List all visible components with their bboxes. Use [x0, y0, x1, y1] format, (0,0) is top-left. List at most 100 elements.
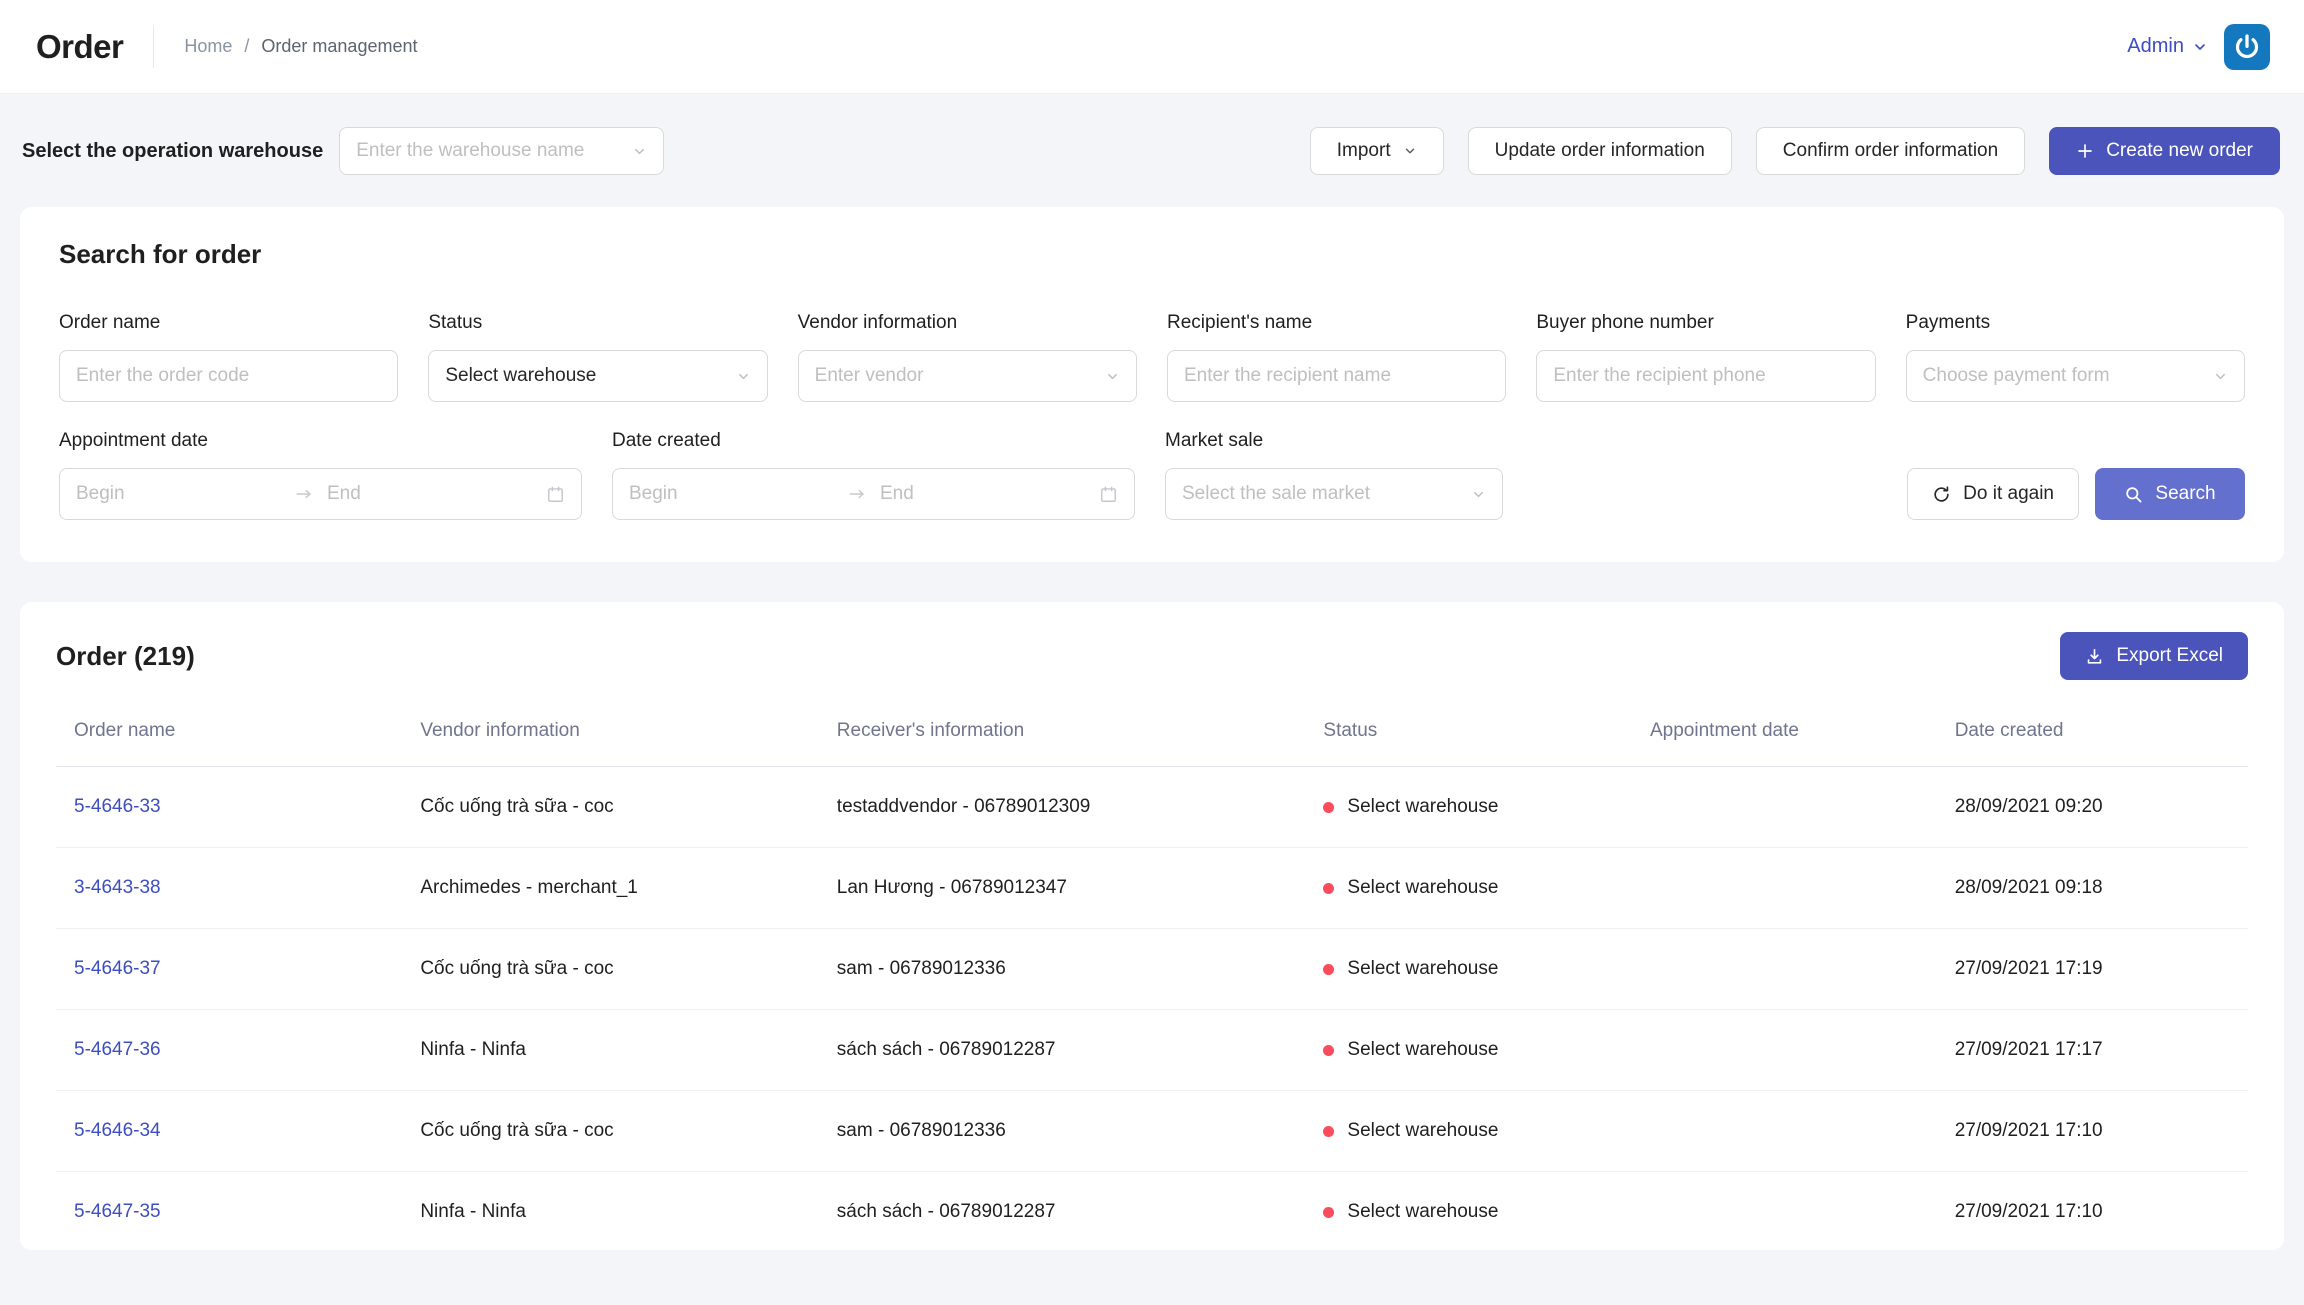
breadcrumb: Home / Order management [184, 36, 417, 57]
header-right: Admin [2127, 24, 2270, 70]
plus-icon [2076, 142, 2094, 160]
toolbar-buttons: Import Update order information Confirm … [1310, 127, 2280, 175]
receiver-cell: sách sách - 06789012287 [819, 1172, 1306, 1251]
table-row: 3-4643-38 Archimedes - merchant_1 Lan Hư… [56, 848, 2248, 929]
reset-button[interactable]: Do it again [1907, 468, 2079, 520]
recipient-name-label: Recipient's name [1167, 312, 1506, 334]
recipient-name-input[interactable] [1167, 350, 1506, 402]
order-table-head: Order name Vendor information Receiver's… [56, 700, 2248, 767]
order-link[interactable]: 5-4646-37 [74, 958, 161, 979]
export-excel-button-label: Export Excel [2116, 645, 2223, 667]
admin-menu[interactable]: Admin [2127, 35, 2208, 58]
created-cell: 27/09/2021 17:19 [1937, 929, 2248, 1010]
chevron-down-icon [632, 144, 647, 159]
date-created-begin[interactable]: Begin [629, 483, 848, 505]
vendor-cell: Archimedes - merchant_1 [402, 848, 818, 929]
arrow-right-icon [295, 487, 313, 501]
created-cell: 28/09/2021 09:20 [1937, 767, 2248, 848]
receiver-cell: sam - 06789012336 [819, 1091, 1306, 1172]
create-new-order-button[interactable]: Create new order [2049, 127, 2280, 175]
confirm-order-button[interactable]: Confirm order information [1756, 127, 2025, 175]
buyer-phone-input[interactable] [1536, 350, 1875, 402]
created-cell: 28/09/2021 09:18 [1937, 848, 2248, 929]
header-divider [153, 26, 154, 68]
appointment-date-begin[interactable]: Begin [76, 483, 295, 505]
search-panel-title: Search for order [59, 239, 2245, 270]
receiver-cell: sam - 06789012336 [819, 929, 1306, 1010]
vendor-select-placeholder: Enter vendor [815, 365, 924, 387]
breadcrumb-home[interactable]: Home [184, 36, 232, 57]
search-panel: Search for order Order name Status Selec… [20, 207, 2284, 562]
status-badge: Select warehouse [1323, 877, 1614, 899]
payments-label: Payments [1906, 312, 2245, 334]
appointment-cell [1632, 929, 1937, 1010]
search-button-label: Search [2155, 483, 2215, 505]
appointment-cell [1632, 1091, 1937, 1172]
app-logo[interactable] [2224, 24, 2270, 70]
appointment-date-field: Appointment date Begin End [59, 430, 582, 520]
order-name-input[interactable] [59, 350, 398, 402]
order-link[interactable]: 5-4647-36 [74, 1039, 161, 1060]
created-cell: 27/09/2021 17:17 [1937, 1010, 2248, 1091]
date-created-end[interactable]: End [866, 483, 1099, 505]
vendor-field: Vendor information Enter vendor [798, 312, 1137, 402]
order-link[interactable]: 5-4646-34 [74, 1120, 161, 1141]
appointment-date-end[interactable]: End [313, 483, 546, 505]
power-icon [2232, 32, 2262, 62]
date-created-range-picker[interactable]: Begin End [612, 468, 1135, 520]
buyer-phone-field: Buyer phone number [1536, 312, 1875, 402]
status-text: Select warehouse [1347, 796, 1498, 818]
table-row: 5-4647-35 Ninfa - Ninfa sách sách - 0678… [56, 1172, 2248, 1251]
order-link[interactable]: 5-4646-33 [74, 796, 161, 817]
chevron-down-icon [1403, 144, 1417, 158]
table-row: 5-4646-34 Cốc uống trà sữa - coc sam - 0… [56, 1091, 2248, 1172]
breadcrumb-current: Order management [261, 36, 417, 57]
status-text: Select warehouse [1347, 1120, 1498, 1142]
appointment-date-range-picker[interactable]: Begin End [59, 468, 582, 520]
download-icon [2085, 647, 2104, 666]
payments-select[interactable]: Choose payment form [1906, 350, 2245, 402]
chevron-down-icon [2192, 39, 2208, 55]
status-badge: Select warehouse [1323, 1201, 1614, 1223]
receiver-cell: testaddvendor - 06789012309 [819, 767, 1306, 848]
vendor-cell: Cốc uống trà sữa - coc [402, 929, 818, 1010]
market-sale-select[interactable]: Select the sale market [1165, 468, 1503, 520]
order-count-title: Order (219) [56, 641, 195, 672]
status-badge: Select warehouse [1323, 796, 1614, 818]
order-link[interactable]: 3-4643-38 [74, 877, 161, 898]
status-dot-icon [1323, 964, 1334, 975]
status-badge: Select warehouse [1323, 958, 1614, 980]
receiver-cell: Lan Hương - 06789012347 [819, 848, 1306, 929]
status-badge: Select warehouse [1323, 1120, 1614, 1142]
update-order-button[interactable]: Update order information [1468, 127, 1732, 175]
payments-field: Payments Choose payment form [1906, 312, 2245, 402]
created-cell: 27/09/2021 17:10 [1937, 1172, 2248, 1251]
warehouse-select[interactable]: Enter the warehouse name [339, 127, 664, 175]
date-created-field: Date created Begin End [612, 430, 1135, 520]
market-sale-select-placeholder: Select the sale market [1182, 483, 1370, 505]
search-fields-row-2: Appointment date Begin End Date created … [59, 430, 2245, 520]
status-select-value: Select warehouse [445, 365, 596, 387]
status-select[interactable]: Select warehouse [428, 350, 767, 402]
toolbar: Select the operation warehouse Enter the… [0, 94, 2304, 207]
warehouse-select-label: Select the operation warehouse [22, 140, 323, 163]
appointment-cell [1632, 1172, 1937, 1251]
export-excel-button[interactable]: Export Excel [2060, 632, 2248, 680]
table-row: 5-4646-37 Cốc uống trà sữa - coc sam - 0… [56, 929, 2248, 1010]
search-button[interactable]: Search [2095, 468, 2245, 520]
magnifier-icon [2124, 485, 2143, 504]
status-dot-icon [1323, 1126, 1334, 1137]
status-dot-icon [1323, 802, 1334, 813]
order-link[interactable]: 5-4647-35 [74, 1201, 161, 1222]
vendor-cell: Cốc uống trà sữa - coc [402, 1091, 818, 1172]
appointment-date-label: Appointment date [59, 430, 582, 452]
breadcrumb-separator: / [244, 36, 249, 57]
import-button[interactable]: Import [1310, 127, 1444, 175]
column-header-status: Status [1305, 700, 1632, 767]
vendor-select[interactable]: Enter vendor [798, 350, 1137, 402]
chevron-down-icon [1105, 369, 1120, 384]
column-header-order-name: Order name [56, 700, 402, 767]
order-list-header: Order (219) Export Excel [56, 632, 2248, 680]
created-cell: 27/09/2021 17:10 [1937, 1091, 2248, 1172]
vendor-cell: Cốc uống trà sữa - coc [402, 767, 818, 848]
